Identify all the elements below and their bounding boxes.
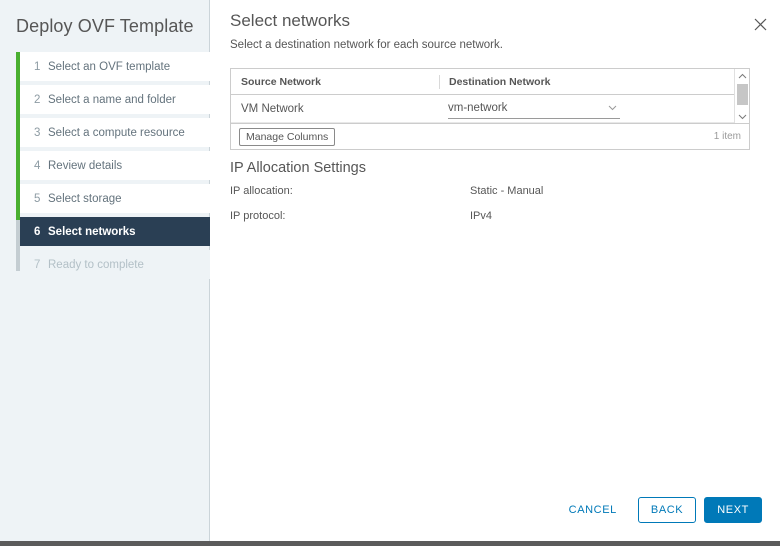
wizard-sidebar: Deploy OVF Template 1 Select an OVF temp… <box>0 0 212 541</box>
ip-allocation-label: IP allocation: <box>230 185 293 197</box>
sidebar-step-6[interactable]: 6 Select networks <box>20 217 212 246</box>
step-label: Select a compute resource <box>48 126 185 139</box>
step-number: 7 <box>34 258 41 271</box>
wizard-footer: CANCEL BACK NEXT <box>556 497 762 523</box>
sidebar-step-2[interactable]: 2 Select a name and folder <box>20 85 212 114</box>
cell-source-network: VM Network <box>241 102 304 115</box>
datagrid-header-row: Source Network Destination Network <box>231 69 734 95</box>
back-button[interactable]: BACK <box>637 497 697 523</box>
chevron-down-icon[interactable] <box>735 109 749 123</box>
ip-allocation-row: IP allocation: Static - Manual <box>230 185 660 197</box>
step-label: Review details <box>48 159 123 172</box>
step-number: 5 <box>34 192 41 205</box>
page-subtitle: Select a destination network for each so… <box>230 39 503 51</box>
ip-protocol-row: IP protocol: IPv4 <box>230 210 660 222</box>
column-header-source-network[interactable]: Source Network <box>231 76 439 88</box>
ip-allocation-value: Static - Manual <box>470 185 544 197</box>
ip-protocol-label: IP protocol: <box>230 210 286 222</box>
table-row: VM Network vm-network <box>231 95 734 123</box>
sidebar-step-4[interactable]: 4 Review details <box>20 151 212 180</box>
destination-network-select[interactable]: vm-network <box>448 99 620 119</box>
step-label: Select storage <box>48 192 122 205</box>
step-label: Select a name and folder <box>48 93 176 106</box>
sidebar-step-3[interactable]: 3 Select a compute resource <box>20 118 212 147</box>
cancel-button[interactable]: CANCEL <box>556 497 630 523</box>
cell-destination-network: vm-network <box>439 99 734 119</box>
close-icon[interactable] <box>750 14 770 34</box>
destination-network-value: vm-network <box>448 102 508 114</box>
step-label: Ready to complete <box>48 258 144 271</box>
chevron-down-icon <box>607 102 618 116</box>
chevron-up-icon[interactable] <box>735 69 749 83</box>
column-header-destination-network[interactable]: Destination Network <box>439 74 734 89</box>
scrollbar-thumb[interactable] <box>737 84 748 105</box>
page-title: Select networks <box>230 11 350 30</box>
wizard-title: Deploy OVF Template <box>16 16 194 36</box>
sidebar-step-7: 7 Ready to complete <box>20 250 212 279</box>
sidebar-step-5[interactable]: 5 Select storage <box>20 184 212 213</box>
window-bottom-strip <box>0 541 780 546</box>
datagrid-footer: Manage Columns 1 item <box>231 123 749 149</box>
step-label: Select an OVF template <box>48 60 171 73</box>
step-number: 2 <box>34 93 41 106</box>
datagrid-scrollbar[interactable] <box>734 69 749 123</box>
step-number: 1 <box>34 60 41 73</box>
manage-columns-button[interactable]: Manage Columns <box>239 127 336 146</box>
next-button[interactable]: NEXT <box>704 497 762 523</box>
step-label: Select networks <box>48 225 136 238</box>
deploy-ovf-wizard: Deploy OVF Template 1 Select an OVF temp… <box>0 0 780 541</box>
item-count-label: 1 item <box>713 131 741 142</box>
step-number: 3 <box>34 126 41 139</box>
networks-datagrid: Source Network Destination Network VM Ne… <box>230 68 750 150</box>
step-number: 6 <box>34 225 41 238</box>
ip-protocol-value: IPv4 <box>470 210 493 222</box>
wizard-steps: 1 Select an OVF template 2 Select a name… <box>0 52 212 279</box>
sidebar-step-1[interactable]: 1 Select an OVF template <box>20 52 212 81</box>
ip-allocation-section-title: IP Allocation Settings <box>230 160 366 176</box>
datagrid-body: Source Network Destination Network VM Ne… <box>231 69 749 123</box>
wizard-main-panel: Select networks Select a destination net… <box>210 0 780 541</box>
step-number: 4 <box>34 159 41 172</box>
